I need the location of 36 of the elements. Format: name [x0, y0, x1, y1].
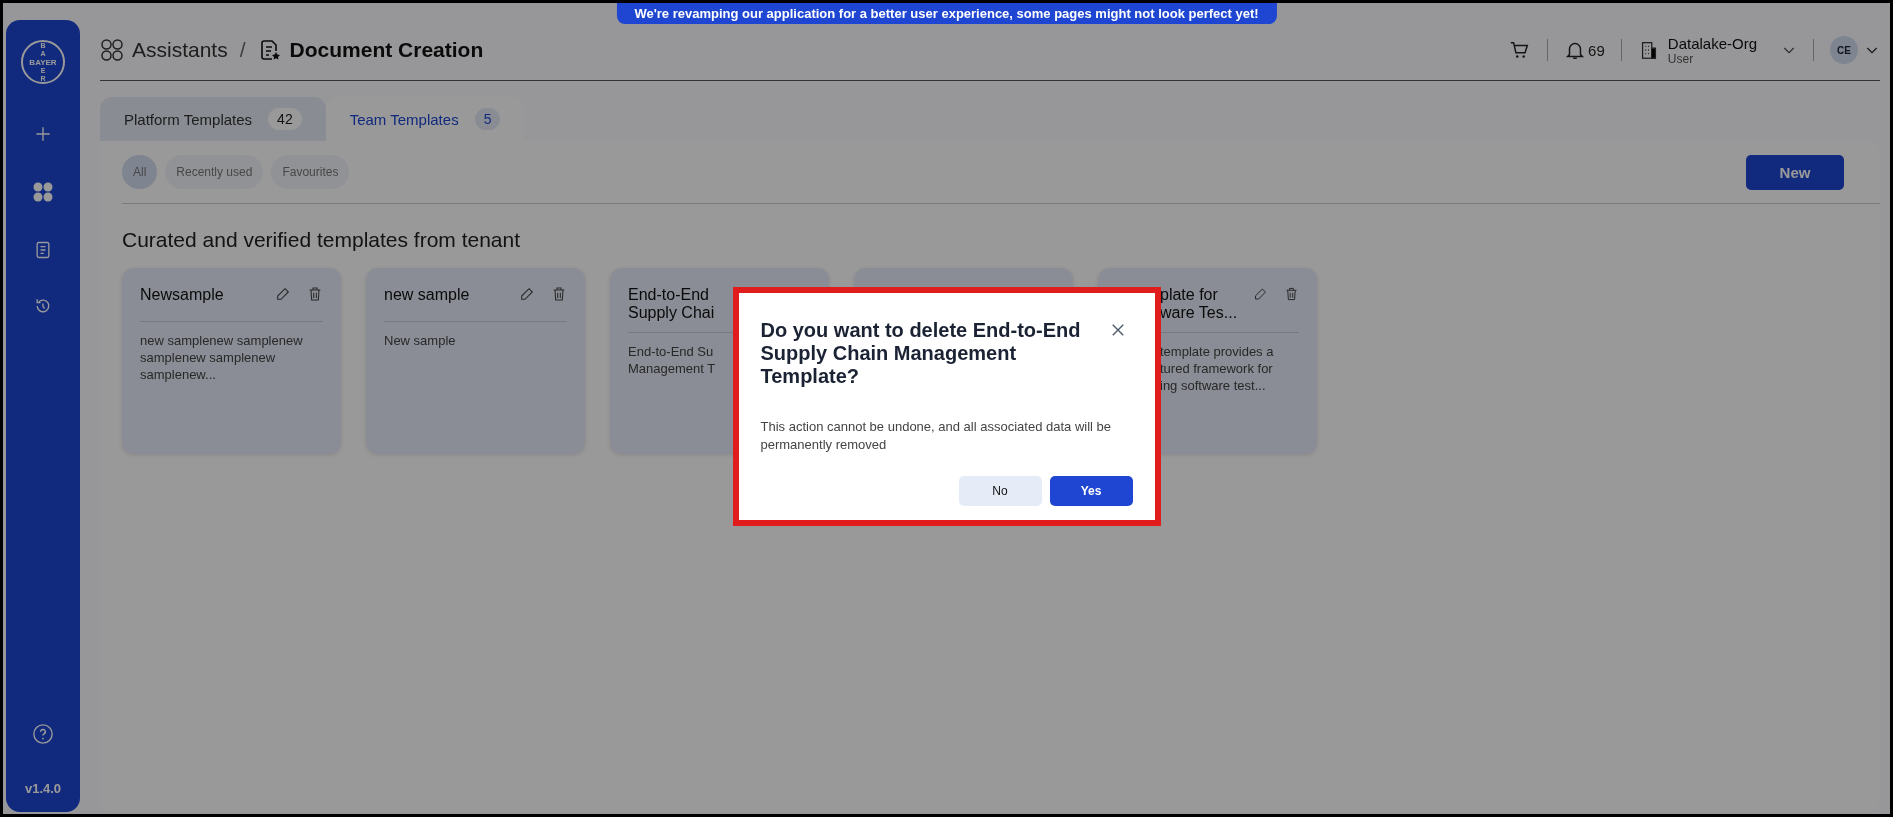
pencil-icon[interactable]: [1253, 286, 1269, 302]
trash-icon[interactable]: [1284, 286, 1299, 302]
tab[interactable]: Platform Templates 42: [100, 97, 326, 141]
apps-icon: [100, 38, 124, 62]
help-icon[interactable]: [32, 723, 54, 745]
template-card[interactable]: Newsample new samplenew samplenew samplenew samplenew samplenew...: [122, 268, 341, 454]
plus-icon[interactable]: [33, 124, 53, 144]
pencil-icon[interactable]: [519, 286, 535, 302]
card-title: Newsample: [140, 286, 225, 304]
template-card[interactable]: new sample New sample: [366, 268, 585, 454]
cancel-button[interactable]: No: [958, 476, 1042, 506]
section-heading: Curated and verified templates from tenant: [122, 228, 522, 252]
version-label: v1.4.0: [24, 781, 62, 796]
card-title: new sample: [384, 286, 471, 304]
announcement-banner: We're revamping our application for a better user experience, some pages might not look perfect yet!: [616, 3, 1277, 24]
card-description: template provides a tured framework for ing software test...: [1160, 343, 1274, 394]
new-button[interactable]: New: [1746, 154, 1844, 190]
breadcrumb-link[interactable]: Document Creation: [289, 38, 484, 62]
card-title: plate for ware Tes...: [1160, 286, 1238, 322]
filter-chip[interactable]: Favourites: [271, 155, 350, 189]
user-role: User: [1667, 51, 1694, 66]
pencil-icon[interactable]: [275, 286, 291, 302]
card-title: End-to-End Supply Chai: [628, 286, 715, 322]
organization-name: Datalake-Org: [1667, 34, 1757, 52]
card-description: New sample: [384, 332, 457, 349]
user-avatar[interactable]: CE: [1830, 36, 1858, 64]
filter-chip[interactable]: Recently used: [165, 155, 264, 189]
card-description: End-to-End Su Management T: [628, 343, 716, 377]
trash-icon[interactable]: [551, 286, 567, 302]
confirm-button[interactable]: Yes: [1049, 476, 1133, 506]
trash-icon[interactable]: [307, 286, 323, 302]
grid-icon[interactable]: [31, 180, 55, 204]
notification-count: 69: [1588, 41, 1605, 59]
card-description: new samplenew samplenew samplenew samplenew samplenew...: [140, 332, 304, 383]
breadcrumb-separator: /: [239, 38, 246, 62]
breadcrumb-link[interactable]: Assistants: [132, 38, 228, 62]
